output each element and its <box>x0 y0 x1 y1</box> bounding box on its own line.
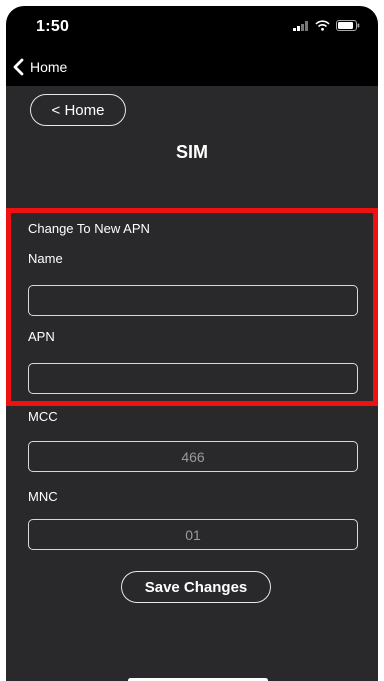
status-icons <box>293 18 360 36</box>
back-chevron-icon[interactable] <box>12 58 24 76</box>
name-field[interactable] <box>28 285 358 316</box>
mcc-label: MCC <box>28 409 58 424</box>
apn-label: APN <box>28 329 55 344</box>
status-time: 1:50 <box>36 18 70 35</box>
save-changes-button[interactable]: Save Changes <box>121 571 271 603</box>
name-label: Name <box>28 251 63 266</box>
wifi-icon <box>315 18 330 36</box>
phone-screen: 1:50 Home < Home SIM Change To New APN N… <box>6 6 378 681</box>
battery-icon <box>336 18 360 36</box>
nav-bar: Home <box>6 52 378 82</box>
mnc-label: MNC <box>28 489 58 504</box>
status-bar: 1:50 <box>6 6 378 46</box>
mcc-field[interactable]: 466 <box>28 441 358 472</box>
sim-settings-panel: < Home SIM Change To New APN Name APN MC… <box>6 86 378 681</box>
page-title: SIM <box>175 142 208 162</box>
mnc-field[interactable]: 01 <box>28 519 358 550</box>
apn-field[interactable] <box>28 363 358 394</box>
nav-back-link[interactable]: Home <box>30 59 67 75</box>
home-button[interactable]: < Home <box>30 94 126 126</box>
section-title: Change To New APN <box>28 221 150 236</box>
signal-icon <box>293 18 309 36</box>
